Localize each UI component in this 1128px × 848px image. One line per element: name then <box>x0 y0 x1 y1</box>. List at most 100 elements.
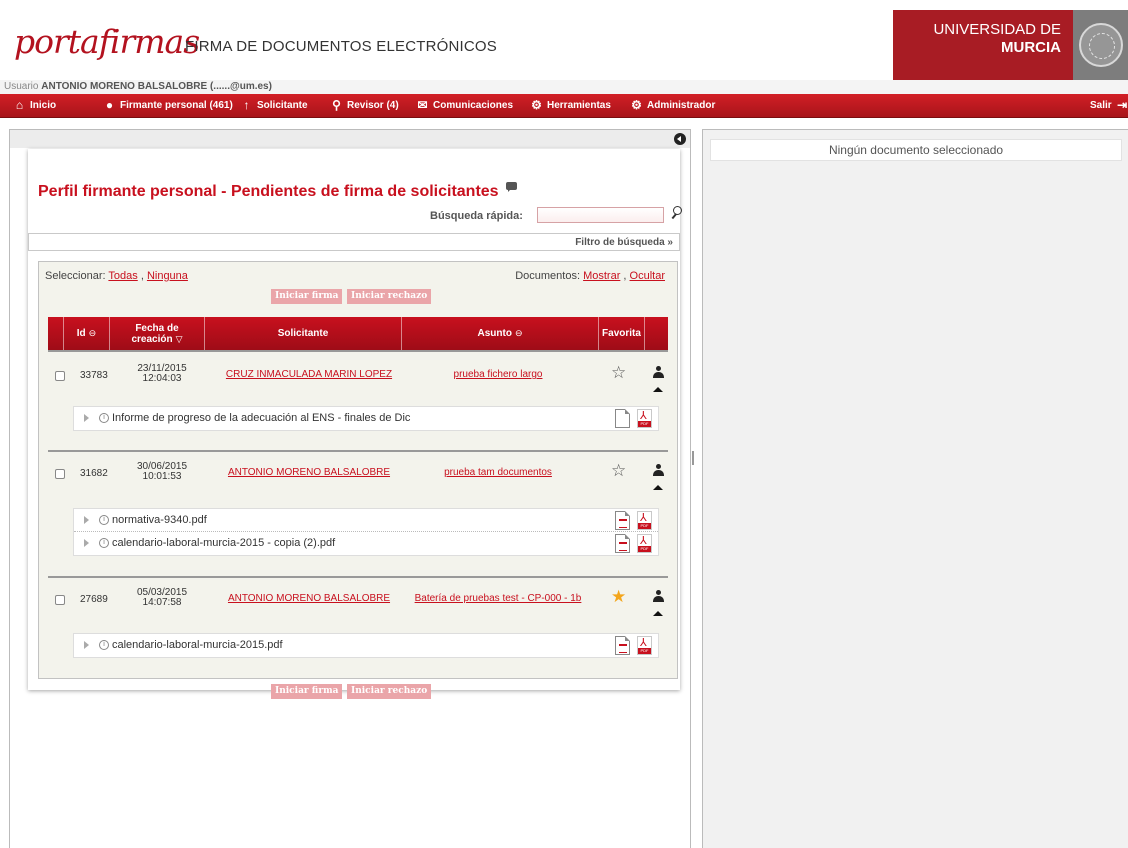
sort-icon: ⊖ <box>514 328 523 338</box>
document-name[interactable]: normativa-9340.pdf <box>112 514 207 526</box>
menu-item-administrador[interactable]: ⚙ Administrador <box>630 99 715 111</box>
document-name[interactable]: Informe de progreso de la adecuación al … <box>112 412 410 424</box>
search-icon[interactable] <box>668 205 682 221</box>
panel-toolbar <box>10 130 690 148</box>
table-row[interactable]: 27689 05/03/2015 14:07:58 ANTONIO MORENO… <box>48 576 668 675</box>
select-none-link[interactable]: Ninguna <box>147 270 188 282</box>
expand-icon[interactable] <box>84 641 89 649</box>
search-filter-link[interactable]: Filtro de búsqueda » <box>575 237 673 248</box>
row-solicitante-link[interactable]: ANTONIO MORENO BALSALOBRE <box>204 467 414 478</box>
header-id[interactable]: Id ⊖ <box>63 317 109 350</box>
menu-item-comunicaciones[interactable]: ✉ Comunicaciones <box>416 98 513 112</box>
menu-item-solicitante[interactable]: ↑ Solicitante <box>240 98 308 112</box>
file-icon[interactable] <box>615 409 630 428</box>
comment-icon[interactable] <box>506 182 517 192</box>
search-icon: ⚲ <box>332 98 341 112</box>
request-list: Seleccionar: Todas , Ninguna Documentos:… <box>38 261 678 679</box>
document-list-panel: Perfil firmante personal - Pendientes de… <box>9 129 691 848</box>
menu-item-firmante-personal[interactable]: ● Firmante personal (461) <box>103 98 233 112</box>
row-asunto-link[interactable]: prueba tam documentos <box>398 467 598 478</box>
preview-status: Ningún documento seleccionado <box>710 139 1122 161</box>
pdf-icon[interactable] <box>637 534 652 553</box>
university-seal-icon <box>1079 23 1123 67</box>
sort-icon: ⊖ <box>88 328 97 338</box>
signer-person-icon[interactable] <box>653 366 664 378</box>
header-fecha-creacion[interactable]: Fecha de creación ▽ <box>109 317 204 350</box>
expand-icon[interactable] <box>84 539 89 547</box>
user-email: ......@um.es) <box>213 81 272 92</box>
filter-bar: Filtro de búsqueda » <box>28 233 680 251</box>
row-solicitante-link[interactable]: CRUZ INMACULADA MARIN LOPEZ <box>204 369 414 380</box>
info-icon[interactable]: i <box>99 515 109 525</box>
main-menu: ⌂ Inicio ● Firmante personal (461) ↑ Sol… <box>0 94 1128 118</box>
menu-item-revisor[interactable]: ⚲ Revisor (4) <box>330 98 399 112</box>
start-sign-button-bottom[interactable]: Iniciar firma <box>271 684 343 699</box>
pdf-icon[interactable] <box>637 511 652 530</box>
table-row[interactable]: 31682 30/06/2015 10:01:53 ANTONIO MORENO… <box>48 450 668 575</box>
gear-icon: ⚙ <box>531 98 542 112</box>
arrow-up-icon: ↑ <box>243 98 250 112</box>
hide-documents-link[interactable]: Ocultar <box>630 270 665 282</box>
document-item[interactable]: i Informe de progreso de la adecuación a… <box>74 407 658 430</box>
row-date: 05/03/2015 14:07:58 <box>136 587 188 608</box>
envelope-icon: ✉ <box>417 98 428 112</box>
header-favorita[interactable]: Favorita <box>598 317 644 350</box>
pdf-icon[interactable] <box>637 636 652 655</box>
menu-item-herramientas[interactable]: ⚙ Herramientas <box>530 98 611 112</box>
select-all-link[interactable]: Todas <box>108 270 137 282</box>
signer-person-icon[interactable] <box>653 590 664 602</box>
expand-icon[interactable] <box>84 516 89 524</box>
document-item[interactable]: i normativa-9340.pdf <box>74 509 658 532</box>
pdf-icon[interactable] <box>637 409 652 428</box>
row-id: 33783 <box>80 370 108 381</box>
row-checkbox[interactable] <box>55 469 65 479</box>
start-reject-button-top[interactable]: Iniciar rechazo <box>347 289 432 304</box>
document-list: i normativa-9340.pdf i calendario-labora… <box>73 508 659 556</box>
university-name-line1: UNIVERSIDAD DE <box>933 21 1061 38</box>
favorite-star-empty-icon[interactable]: ☆ <box>611 462 626 479</box>
row-id: 31682 <box>80 468 108 479</box>
header-solicitante[interactable]: Solicitante <box>204 317 401 350</box>
start-sign-button-top[interactable]: Iniciar firma <box>271 289 343 304</box>
text-file-icon[interactable] <box>615 511 630 530</box>
university-logo[interactable]: UNIVERSIDAD DE MURCIA <box>893 10 1073 80</box>
panel-splitter[interactable] <box>692 451 694 465</box>
collapse-panel-icon[interactable] <box>674 133 686 145</box>
collapse-arrow-icon[interactable] <box>653 611 663 616</box>
text-file-icon[interactable] <box>615 534 630 553</box>
portafirmas-logo[interactable]: portafirmas <box>14 22 200 61</box>
start-reject-button-bottom[interactable]: Iniciar rechazo <box>347 684 432 699</box>
collapse-arrow-icon[interactable] <box>653 387 663 392</box>
menu-item-inicio[interactable]: ⌂ Inicio <box>13 99 56 111</box>
favorite-star-empty-icon[interactable]: ☆ <box>611 364 626 381</box>
app-header: portafirmas FIRMA DE DOCUMENTOS ELECTRÓN… <box>0 0 1128 80</box>
quick-search-label: Búsqueda rápida: <box>430 210 523 222</box>
expand-icon[interactable] <box>84 414 89 422</box>
signer-person-icon[interactable] <box>653 464 664 476</box>
favorite-star-filled-icon[interactable]: ★ <box>611 588 626 605</box>
row-asunto-link[interactable]: Batería de pruebas test - CP-000 - 1b <box>398 593 598 604</box>
info-icon[interactable]: i <box>99 413 109 423</box>
row-date: 30/06/2015 10:01:53 <box>136 461 188 482</box>
row-checkbox[interactable] <box>55 371 65 381</box>
header-asunto[interactable]: Asunto ⊖ <box>401 317 598 350</box>
info-icon[interactable]: i <box>99 640 109 650</box>
collapse-arrow-icon[interactable] <box>653 485 663 490</box>
document-name[interactable]: calendario-laboral-murcia-2015.pdf <box>112 639 283 651</box>
document-list: i calendario-laboral-murcia-2015.pdf <box>73 633 659 658</box>
document-item[interactable]: i calendario-laboral-murcia-2015 - copia… <box>74 532 658 555</box>
info-icon[interactable]: i <box>99 538 109 548</box>
row-solicitante-link[interactable]: ANTONIO MORENO BALSALOBRE <box>204 593 414 604</box>
quick-search-input[interactable] <box>537 207 664 223</box>
text-file-icon[interactable] <box>615 636 630 655</box>
user-icon: ● <box>105 98 114 112</box>
row-date: 23/11/2015 12:04:03 <box>137 363 187 384</box>
show-documents-link[interactable]: Mostrar <box>583 270 620 282</box>
document-name[interactable]: calendario-laboral-murcia-2015 - copia (… <box>112 537 335 549</box>
document-item[interactable]: i calendario-laboral-murcia-2015.pdf <box>74 634 658 657</box>
row-asunto-link[interactable]: prueba fichero largo <box>398 369 598 380</box>
university-name-line2: MURCIA <box>1001 39 1061 56</box>
menu-item-salir[interactable]: Salir ⇥ <box>1090 99 1128 111</box>
table-row[interactable]: 33783 23/11/2015 12:04:03 CRUZ INMACULAD… <box>48 350 668 448</box>
row-checkbox[interactable] <box>55 595 65 605</box>
